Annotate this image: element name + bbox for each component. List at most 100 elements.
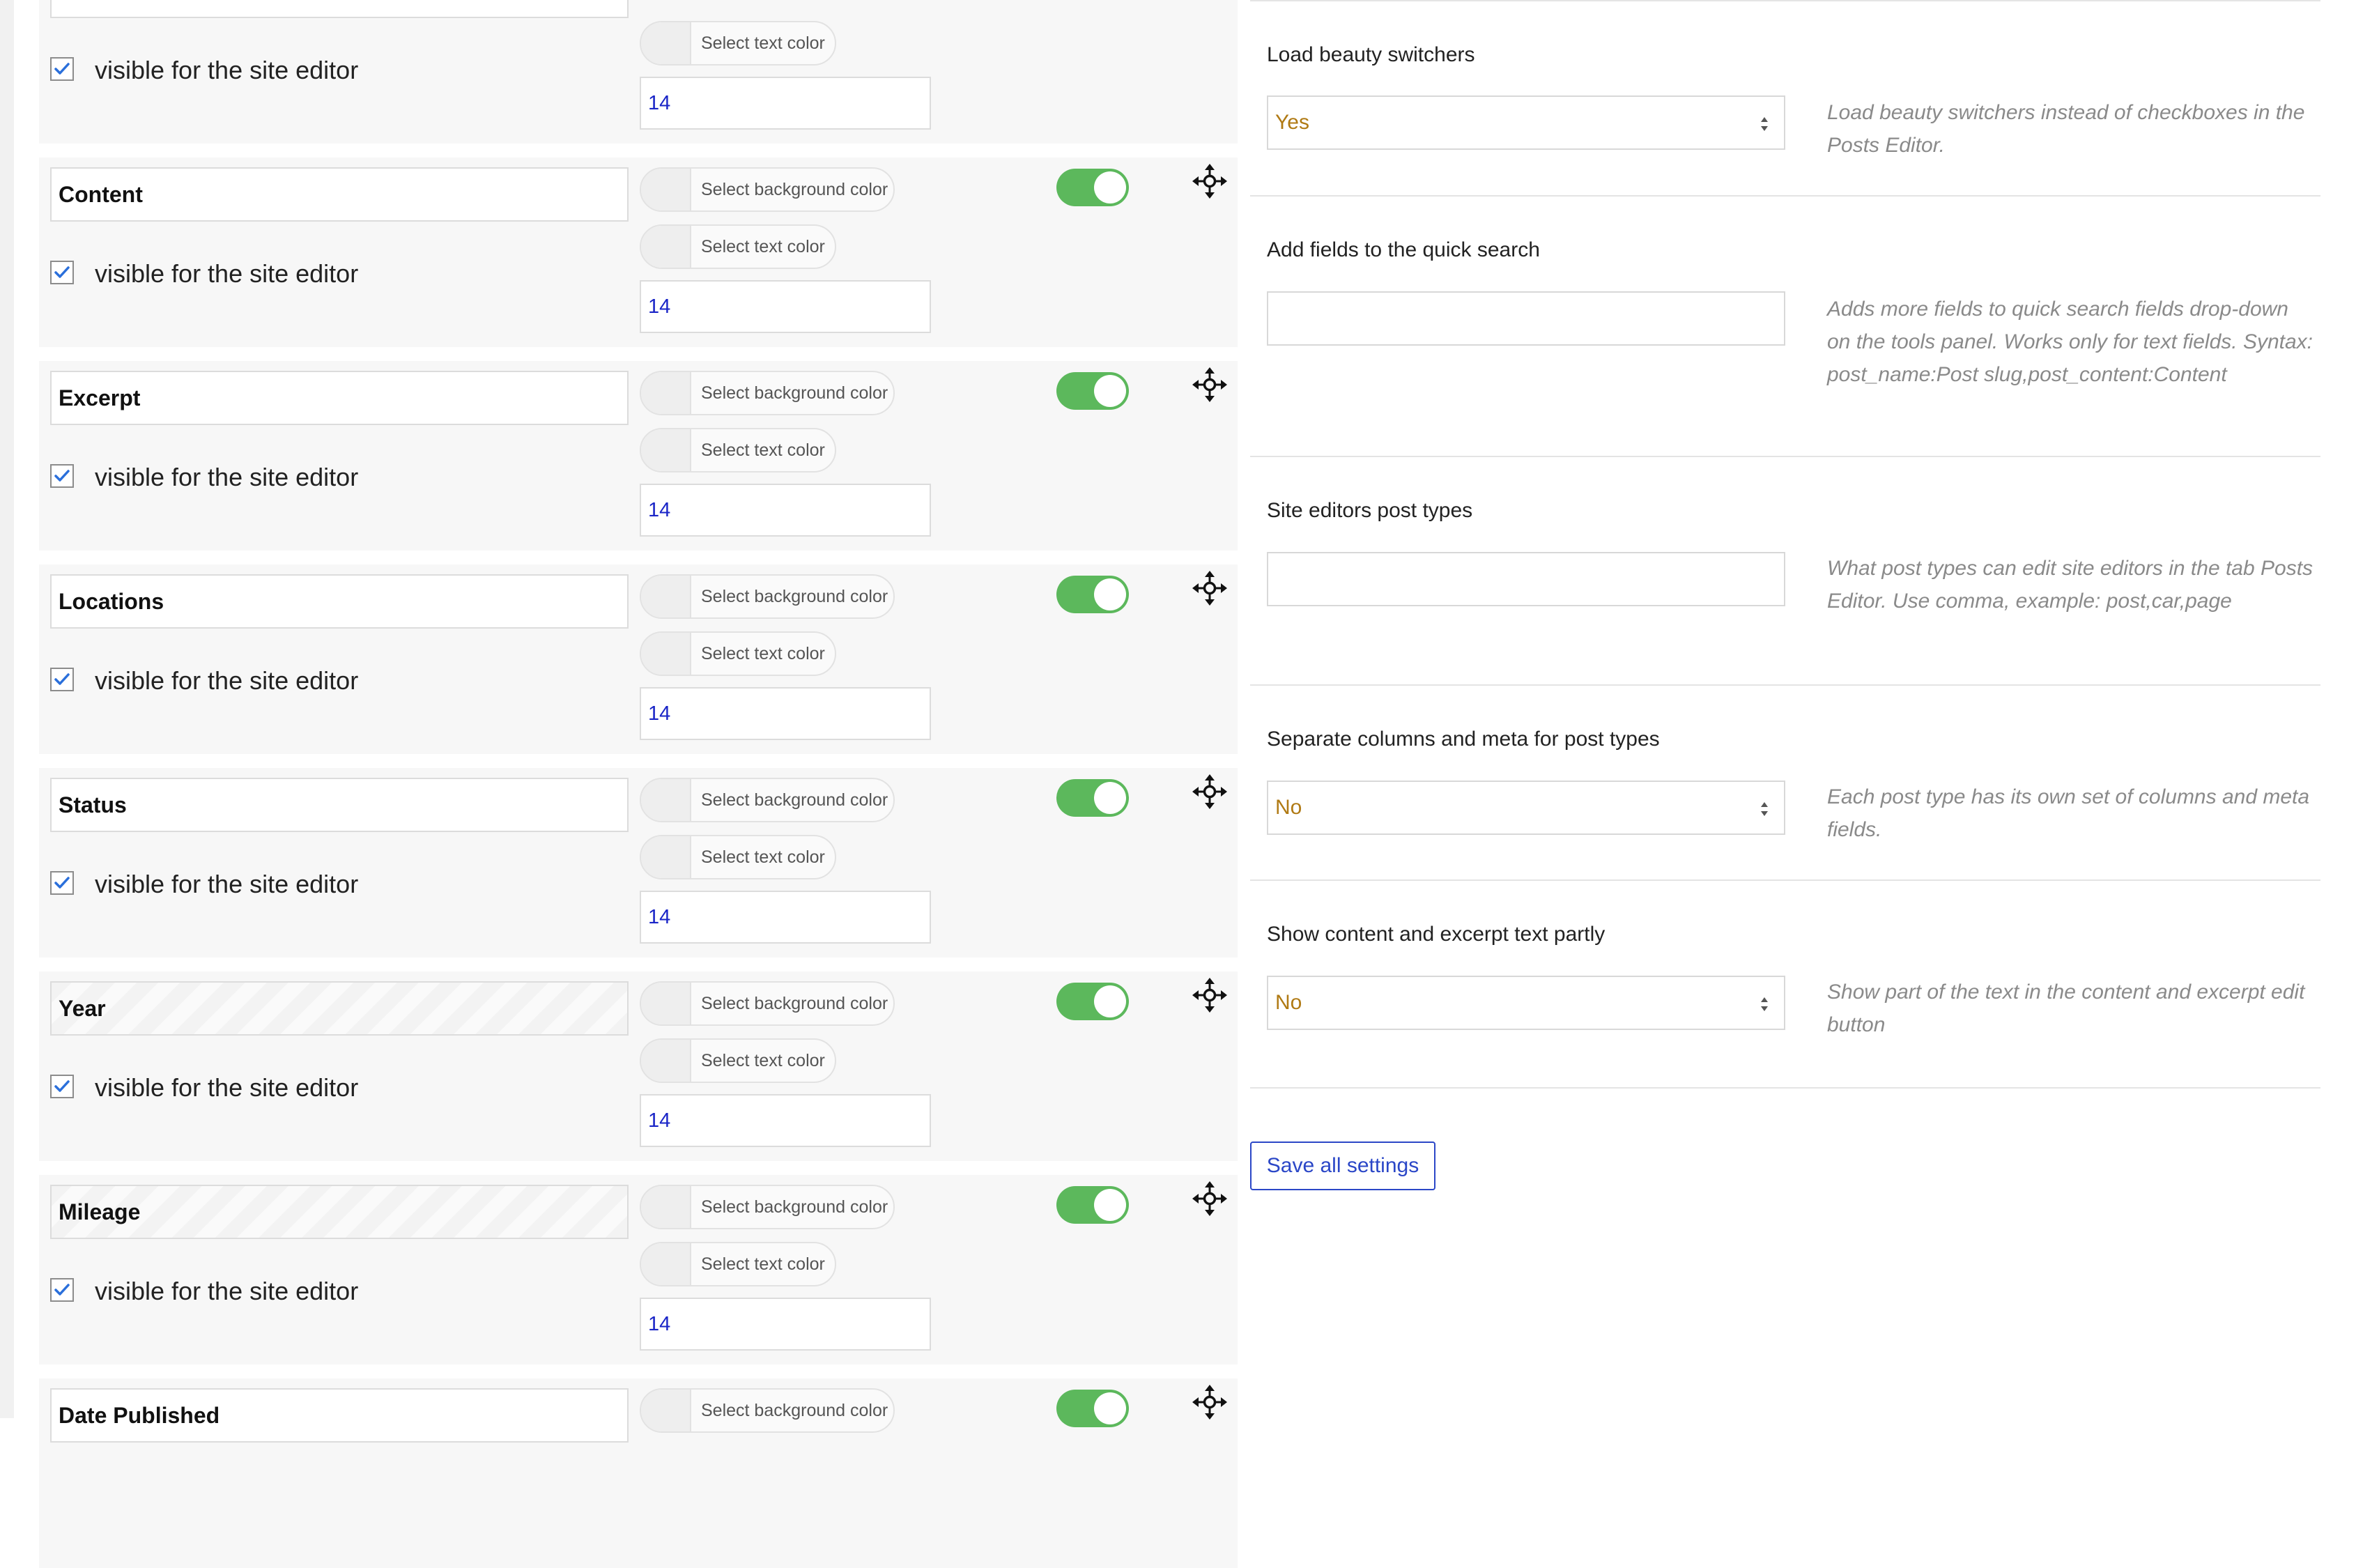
toggle-knob: [1094, 578, 1126, 610]
select-text-color-button[interactable]: Select text color: [640, 224, 836, 269]
select-arrows-icon: [1761, 117, 1768, 131]
background-color-swatch: [641, 1390, 691, 1431]
font-size-input[interactable]: 14: [640, 77, 931, 130]
text-color-swatch: [641, 1040, 691, 1082]
select-background-color-button[interactable]: Select background color: [640, 167, 895, 212]
select-text-color-button[interactable]: Select text color: [640, 428, 836, 472]
separate-columns-select[interactable]: No: [1267, 781, 1785, 835]
checkbox-checked-icon: [54, 1284, 70, 1296]
field-title-input[interactable]: Status: [50, 778, 629, 832]
toggle-knob: [1094, 375, 1126, 407]
field-title-input[interactable]: Content: [50, 167, 629, 222]
field-title-input[interactable]: Locations: [50, 574, 629, 629]
font-size-input[interactable]: 14: [640, 891, 931, 944]
setting-help: Load beauty switchers instead of checkbo…: [1827, 101, 2305, 157]
visible-for-site-editor-checkbox[interactable]: [50, 871, 74, 895]
text-color-swatch: [641, 836, 691, 878]
font-size-input[interactable]: 14: [640, 687, 931, 740]
move-arrows-icon[interactable]: [1190, 772, 1229, 811]
visible-for-site-editor-label: visible for the site editor: [95, 56, 359, 84]
text-color-swatch: [641, 429, 691, 471]
text-color-label: Select text color: [701, 643, 825, 663]
background-color-label: Select background color: [701, 1197, 888, 1217]
background-color-label: Select background color: [701, 790, 888, 810]
visible-for-site-editor-checkbox[interactable]: [50, 1075, 74, 1098]
background-color-swatch: [641, 169, 691, 210]
visible-for-site-editor-label: visible for the site editor: [95, 1073, 359, 1102]
background-color-swatch: [641, 983, 691, 1024]
visible-for-site-editor-label: visible for the site editor: [95, 259, 359, 288]
move-arrows-icon[interactable]: [1190, 1179, 1229, 1218]
text-color-label: Select text color: [701, 1050, 825, 1070]
beauty-switchers-select[interactable]: Yes: [1267, 95, 1785, 150]
setting-help: Show part of the text in the content and…: [1827, 981, 2305, 1036]
field-enabled-toggle[interactable]: [1056, 1186, 1129, 1224]
select-text-color-button[interactable]: Select text color: [640, 21, 836, 66]
checkbox-checked-icon: [54, 1080, 70, 1092]
move-arrows-icon[interactable]: [1190, 569, 1229, 608]
checkbox-checked-icon: [54, 63, 70, 75]
font-size-input[interactable]: 14: [640, 1094, 931, 1147]
field-title-input[interactable]: Date Published: [50, 1388, 629, 1443]
text-color-label: Select text color: [701, 236, 825, 256]
show-partly-select[interactable]: No: [1267, 976, 1785, 1030]
text-color-label: Select text color: [701, 847, 825, 867]
field-enabled-toggle[interactable]: [1056, 372, 1129, 410]
settings-divider: [1250, 456, 2320, 457]
visible-for-site-editor-checkbox[interactable]: [50, 668, 74, 691]
field-title-input[interactable]: Mileage: [50, 1185, 629, 1239]
quick-search-fields-input[interactable]: [1267, 291, 1785, 346]
field-card: Content Select background color Select tex…: [39, 157, 1238, 347]
select-background-color-button[interactable]: Select background color: [640, 778, 895, 822]
field-card: Select text color 14 visible for the site …: [39, 0, 1238, 144]
field-title-input[interactable]: Year: [50, 981, 629, 1036]
select-arrows-icon: [1761, 997, 1768, 1011]
text-color-swatch: [641, 22, 691, 64]
field-enabled-toggle[interactable]: [1056, 169, 1129, 206]
setting-label: Separate columns and meta for post types: [1267, 728, 1660, 751]
select-text-color-button[interactable]: Select text color: [640, 631, 836, 676]
font-size-input[interactable]: 14: [640, 1298, 931, 1351]
setting-label: Site editors post types: [1267, 499, 1473, 522]
move-arrows-icon[interactable]: [1190, 976, 1229, 1015]
settings-divider: [1250, 879, 2320, 881]
field-enabled-toggle[interactable]: [1056, 576, 1129, 613]
background-color-label: Select background color: [701, 993, 888, 1013]
move-arrows-icon[interactable]: [1190, 162, 1229, 201]
select-background-color-button[interactable]: Select background color: [640, 1388, 895, 1433]
field-enabled-toggle[interactable]: [1056, 1390, 1129, 1427]
visible-for-site-editor-checkbox[interactable]: [50, 57, 74, 81]
select-background-color-button[interactable]: Select background color: [640, 371, 895, 415]
select-background-color-button[interactable]: Select background color: [640, 1185, 895, 1229]
visible-for-site-editor-label: visible for the site editor: [95, 1277, 359, 1305]
field-card: Excerpt Select background color Select tex…: [39, 361, 1238, 551]
select-text-color-button[interactable]: Select text color: [640, 835, 836, 879]
visible-for-site-editor-checkbox[interactable]: [50, 1278, 74, 1302]
background-color-label: Select background color: [701, 586, 888, 606]
field-enabled-toggle[interactable]: [1056, 779, 1129, 817]
site-editors-post-types-input[interactable]: [1267, 552, 1785, 606]
save-all-settings-button[interactable]: Save all settings: [1250, 1142, 1435, 1190]
select-text-color-button[interactable]: Select text color: [640, 1242, 836, 1286]
field-title-input[interactable]: [50, 0, 629, 18]
field-title-input[interactable]: Excerpt: [50, 371, 629, 425]
select-background-color-button[interactable]: Select background color: [640, 574, 895, 619]
checkbox-checked-icon: [54, 877, 70, 889]
background-color-swatch: [641, 372, 691, 414]
select-background-color-button[interactable]: Select background color: [640, 981, 895, 1026]
font-size-input[interactable]: 14: [640, 280, 931, 333]
move-arrows-icon[interactable]: [1190, 1383, 1229, 1422]
font-size-input[interactable]: 14: [640, 484, 931, 537]
field-enabled-toggle[interactable]: [1056, 983, 1129, 1020]
select-text-color-button[interactable]: Select text color: [640, 1038, 836, 1083]
setting-label: Show content and excerpt text partly: [1267, 923, 1606, 946]
move-arrows-icon[interactable]: [1190, 365, 1229, 404]
visible-for-site-editor-checkbox[interactable]: [50, 261, 74, 284]
text-color-swatch: [641, 1243, 691, 1285]
select-value: Yes: [1275, 111, 1309, 134]
background-color-swatch: [641, 576, 691, 617]
visible-for-site-editor-label: visible for the site editor: [95, 870, 359, 898]
visible-for-site-editor-checkbox[interactable]: [50, 464, 74, 488]
toggle-knob: [1094, 171, 1126, 203]
checkbox-checked-icon: [54, 673, 70, 685]
